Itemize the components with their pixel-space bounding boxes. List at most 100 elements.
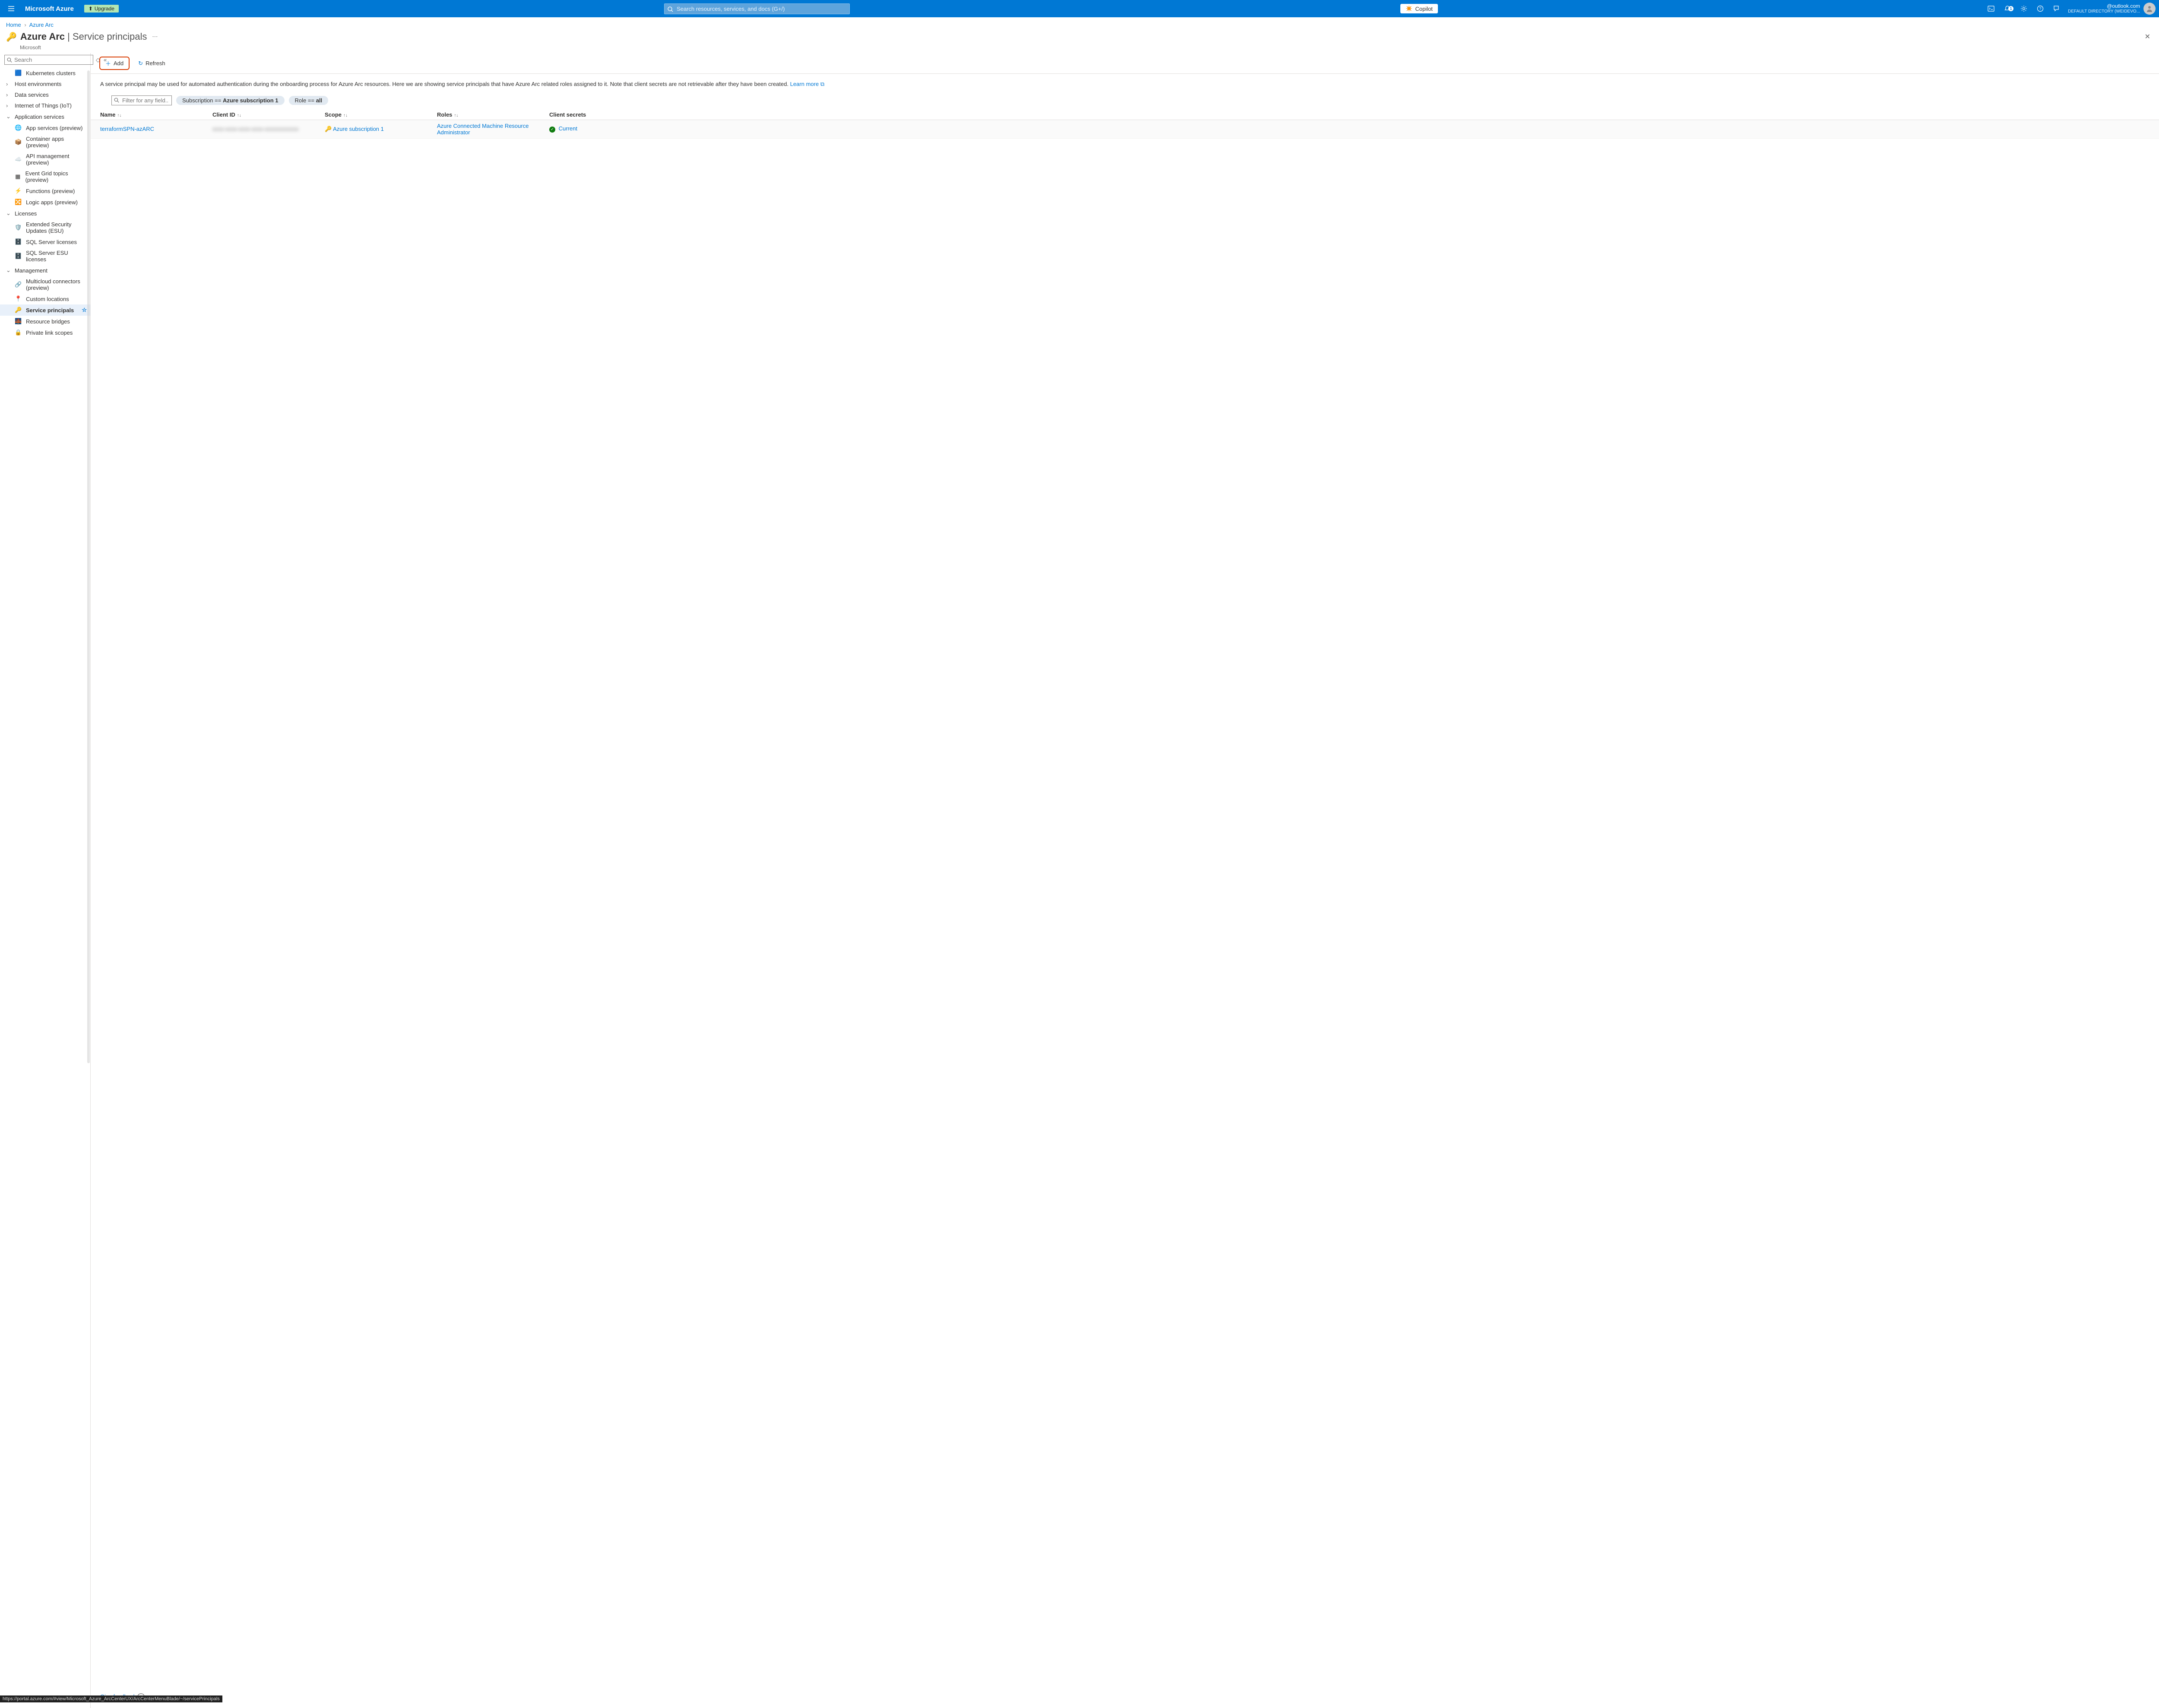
check-icon: ✓ [549, 127, 555, 133]
sidebar-item[interactable]: 🔗 Multicloud connectors (preview) [0, 276, 90, 293]
sidebar-item-label: Resource bridges [26, 318, 70, 325]
page-title: Azure Arc | Service principals [20, 31, 147, 42]
sidebar-item-icon: 🔗 [15, 281, 22, 288]
chevron-icon: ⌄ [6, 113, 10, 120]
sidebar-item[interactable]: ⌄Management [0, 265, 90, 276]
sidebar-item[interactable]: 🗄️SQL Server ESU licenses [0, 247, 90, 265]
sidebar-item-icon: 🔒 [15, 329, 22, 336]
sidebar-item[interactable]: 🟦Kubernetes clusters [0, 67, 90, 79]
sidebar-item[interactable]: ›Host environments [0, 79, 90, 89]
filter-sub-label: Subscription == [182, 97, 223, 104]
avatar[interactable] [2143, 3, 2156, 15]
main-layout: ◇ « 🟦Kubernetes clusters›Host environmen… [0, 53, 2159, 1708]
sidebar-item-label: Host environments [15, 81, 61, 87]
crumb-arc[interactable]: Azure Arc [29, 22, 54, 28]
top-bar: Microsoft Azure ⬆ Upgrade ✴️ Copilot 1 ? [0, 0, 2159, 17]
row-secrets: ✓ Current [549, 125, 2150, 133]
row-secrets-link[interactable]: Current [559, 125, 577, 132]
sidebar-item[interactable]: 🔒 Private link scopes [0, 327, 90, 338]
sidebar-item[interactable]: ▦Event Grid topics (preview) [0, 168, 90, 185]
notifications-icon[interactable]: 1 [2000, 5, 2015, 13]
sidebar-item-icon: ▦ [15, 173, 21, 180]
filter-input[interactable] [111, 95, 172, 105]
upgrade-label: Upgrade [95, 6, 114, 12]
filter-role-value: all [316, 97, 322, 104]
chevron-icon: › [6, 92, 10, 98]
filter-role-label: Role == [295, 97, 316, 104]
col-secrets[interactable]: Client secrets [549, 111, 2150, 118]
sidebar-item[interactable]: › Data services [0, 89, 90, 100]
chevron-icon: › [6, 102, 10, 109]
sidebar-item[interactable]: 🌉Resource bridges [0, 316, 90, 327]
sidebar-item[interactable]: ⌄Licenses [0, 208, 90, 219]
sidebar-scrollbar[interactable] [87, 70, 90, 1063]
help-icon[interactable]: ? [2032, 5, 2048, 13]
account-info[interactable]: @outlook.com DEFAULT DIRECTORY (WEIDEVO.… [2065, 3, 2143, 14]
sidebar-item[interactable]: ☁️API management (preview) [0, 151, 90, 168]
sidebar-search-input[interactable] [4, 55, 93, 65]
sidebar-item-icon: 🔀 [15, 199, 22, 206]
sidebar-item-label: Multicloud connectors (preview) [26, 278, 87, 291]
sidebar-item[interactable]: 🗄️SQL Server licenses [0, 236, 90, 247]
external-link-icon: ⧉ [820, 81, 824, 87]
sidebar-list: 🟦Kubernetes clusters›Host environments›D… [0, 67, 90, 1708]
sidebar-item-label: Extended Security Updates (ESU) [26, 221, 87, 234]
status-bar: https://portal.azure.com/#view/Microsoft… [0, 1695, 222, 1702]
sidebar-item[interactable]: ›Internet of Things (IoT) [0, 100, 90, 111]
col-scope[interactable]: Scope↑↓ [325, 111, 437, 118]
settings-icon[interactable] [2016, 5, 2032, 13]
crumb-sep: › [22, 22, 28, 28]
sidebar-item-icon: 🛡️ [15, 224, 22, 231]
sort-icon: ↑↓ [343, 113, 348, 118]
svg-text:?: ? [2039, 6, 2042, 11]
filter-subscription[interactable]: Subscription == Azure subscription 1 [176, 96, 285, 105]
col-client[interactable]: Client ID↑↓ [212, 111, 325, 118]
brand-label[interactable]: Microsoft Azure [19, 5, 80, 13]
favorite-icon[interactable]: ☆ [82, 307, 87, 314]
sidebar-item-label: Container apps (preview) [26, 136, 87, 149]
add-button[interactable]: ＋ Add [99, 57, 130, 70]
row-name[interactable]: terraformSPN-azARC [100, 126, 212, 132]
global-search-input[interactable] [664, 3, 850, 14]
sidebar-item[interactable]: 📍Custom locations [0, 293, 90, 304]
feedback-icon[interactable] [2049, 5, 2064, 13]
row-scope-link[interactable]: Azure subscription 1 [333, 126, 384, 132]
sidebar-item[interactable]: 📦Container apps (preview) [0, 133, 90, 151]
sidebar-item[interactable]: 🌐App services (preview) [0, 122, 90, 133]
table-header: Name↑↓ Client ID↑↓ Scope↑↓ Roles↑↓ Clien… [91, 110, 2159, 120]
sidebar-item-icon: 🌐 [15, 124, 22, 131]
sidebar-item[interactable]: 🛡️ Extended Security Updates (ESU) [0, 219, 90, 236]
table-row[interactable]: terraformSPN-azARC xxxx-xxxx-xxxx-xxxx-x… [91, 120, 2159, 139]
sidebar-item-label: Data services [15, 92, 49, 98]
hamburger-icon[interactable] [3, 5, 19, 13]
more-icon[interactable]: ⋯ [152, 33, 158, 40]
col-roles[interactable]: Roles↑↓ [437, 111, 549, 118]
filter-bar: Subscription == Azure subscription 1 Rol… [91, 93, 2159, 110]
close-icon[interactable]: ✕ [2142, 30, 2153, 44]
chevron-icon: ⌄ [6, 267, 10, 274]
toolbar: ＋ Add ↻ Refresh [91, 53, 2159, 74]
topbar-right: 1 ? @outlook.com DEFAULT DIRECTORY (WEID… [1983, 3, 2156, 15]
sort-icon: ↑↓ [237, 113, 241, 118]
refresh-button[interactable]: ↻ Refresh [136, 59, 168, 68]
sidebar-item-label: API management (preview) [26, 153, 87, 166]
sidebar-item-icon: 🗄️ [15, 253, 22, 260]
crumb-home[interactable]: Home [6, 22, 21, 28]
filter-role[interactable]: Role == all [289, 96, 329, 105]
copilot-button[interactable]: ✴️ Copilot [1400, 4, 1438, 13]
sidebar-item[interactable]: 🔑Service principals☆ [0, 304, 90, 316]
cloud-shell-icon[interactable] [1983, 5, 1999, 13]
sidebar-item-label: Private link scopes [26, 330, 73, 336]
global-search [664, 3, 850, 14]
col-name[interactable]: Name↑↓ [100, 111, 212, 118]
sidebar-item-label: Custom locations [26, 296, 69, 302]
account-email: @outlook.com [2068, 3, 2140, 9]
learn-more-link[interactable]: Learn more ⧉ [790, 81, 824, 87]
row-roles[interactable]: Azure Connected Machine Resource Adminis… [437, 123, 549, 136]
chevron-icon: ⌄ [6, 210, 10, 217]
sidebar-item[interactable]: ⌄Application services [0, 111, 90, 122]
sidebar-item[interactable]: 🔀Logic apps (preview) [0, 196, 90, 208]
upgrade-button[interactable]: ⬆ Upgrade [84, 5, 119, 13]
key-icon: 🔑 [6, 32, 17, 42]
sidebar-item[interactable]: ⚡Functions (preview) [0, 185, 90, 196]
